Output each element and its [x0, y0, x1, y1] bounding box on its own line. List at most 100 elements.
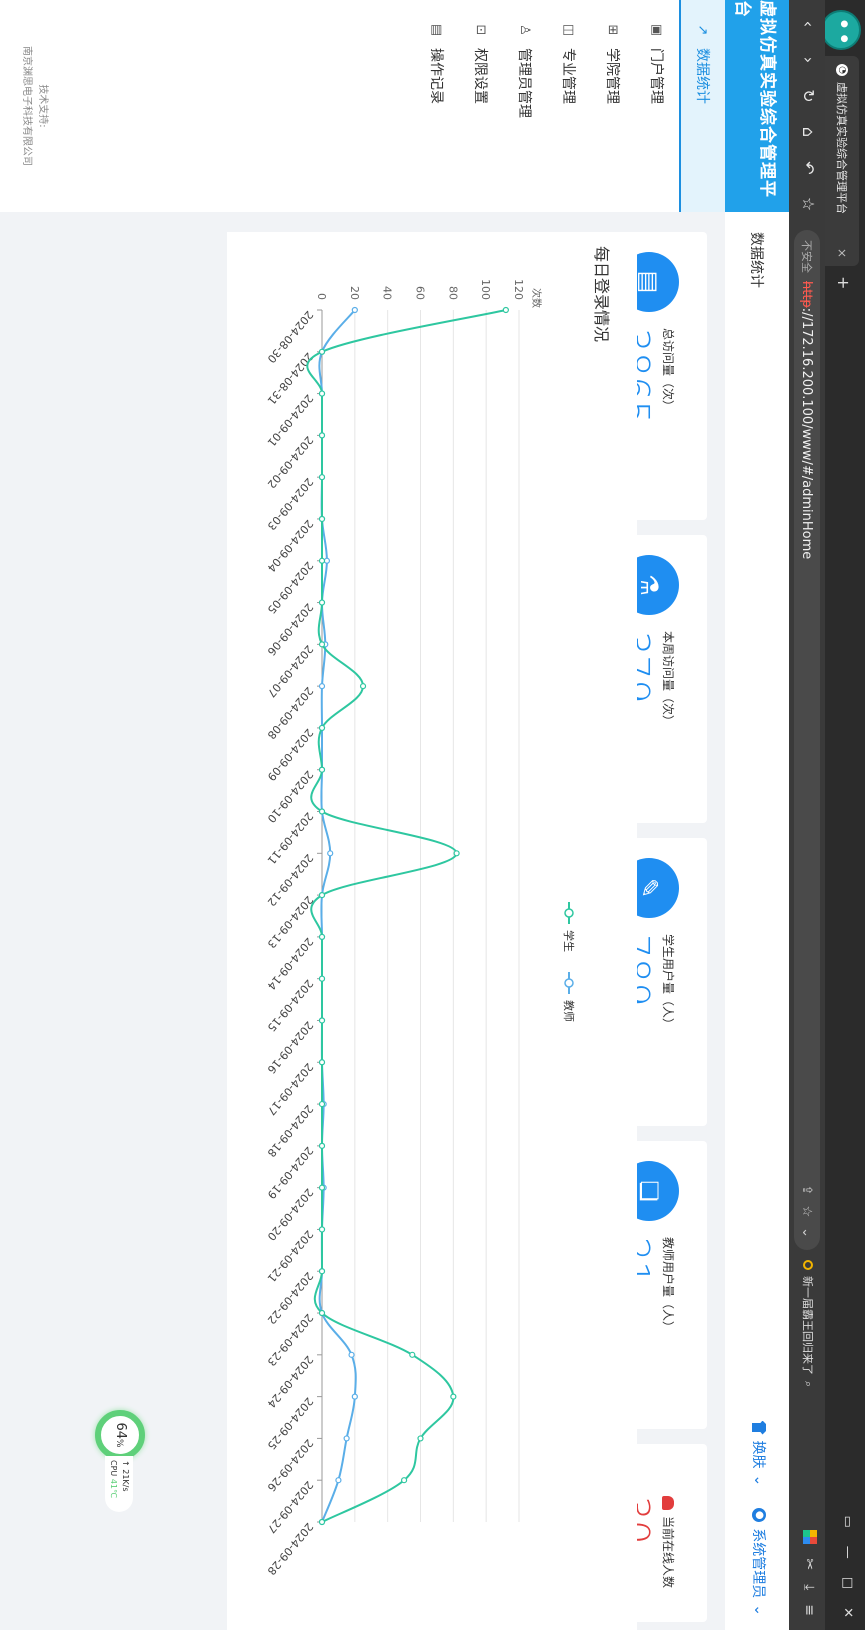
favorite-icon[interactable]: ☆ [800, 1205, 815, 1217]
user-label: 系统管理员 [750, 1528, 766, 1599]
apps-icon[interactable] [803, 1530, 817, 1545]
data-point-student [318, 933, 326, 940]
url-host: ://172.16.200.100/www/#/adminHome [799, 307, 815, 560]
data-point-student [318, 641, 326, 648]
new-tab-button[interactable]: + [834, 276, 853, 289]
window-close-icon[interactable]: ✕ [840, 1607, 855, 1618]
undo-icon[interactable]: ↶ [799, 158, 818, 178]
url-text: http://172.16.200.100/www/#/adminHome [800, 281, 815, 559]
support-line2: 南京渊思电子科技有限公司 [21, 46, 32, 166]
net-speed: 21K/s [121, 1469, 130, 1492]
menu-icon[interactable]: ≡ [801, 1604, 817, 1616]
lock-icon: ⊡ [473, 24, 489, 36]
y-tick-label: 60 [414, 286, 427, 300]
data-point-teacher [351, 306, 358, 314]
sidebar-item-label: 操作记录 [428, 48, 444, 104]
legend-label-teacher: 教师 [562, 1000, 575, 1022]
user-menu[interactable]: ● 系统管理员 ⌄ [749, 1508, 769, 1616]
sidebar: ↗ 数据统计 ▣ 门户管理 ⊞ 学院管理 ◫ 专业管理 ♙ 管理员管理 ⊡ 权限… [0, 0, 725, 212]
download-icon[interactable]: ⤓ [801, 1584, 817, 1590]
stat-label: 学生用户量（人） [661, 934, 675, 1031]
data-point-teacher [351, 1393, 358, 1400]
sidebar-item-stats[interactable]: ↗ 数据统计 [679, 0, 725, 212]
scissors-icon[interactable]: ✂ [801, 1558, 817, 1570]
sidebar-item-label: 学院管理 [604, 48, 620, 104]
reload-icon[interactable]: ↻ [799, 86, 818, 106]
data-point-student [318, 1184, 326, 1191]
header-actions: 换肤 ⌄ ● 系统管理员 ⌄ [749, 1421, 769, 1616]
sidebar-item-portal[interactable]: ▣ 门户管理 [635, 0, 679, 212]
y-axis-label: 次数 [530, 288, 543, 308]
data-point-student [318, 766, 326, 773]
data-point-student [318, 390, 326, 397]
cpu-monitor-widget[interactable]: 64% ↑ 21K/s CPU 41℃ [89, 1410, 147, 1512]
chart-panel: 每日登录情况 0 20 40 60 80 100 120 次数 2024-08-30 2024-0… [227, 232, 637, 1630]
log-icon: ▤ [429, 23, 445, 37]
series-line-student [306, 309, 507, 1523]
window-maximize-icon[interactable]: □ [840, 1577, 855, 1589]
tab-close-icon[interactable]: × [835, 248, 849, 258]
toolbar-extras: ✂ ⤓ ≡ [801, 1530, 817, 1616]
forward-icon[interactable]: › [799, 50, 818, 70]
rotated-screen: ◔ 虚拟仿真实验综合管理平台 × + ▭ — □ ✕ ‹ › ↻ ⌂ ↶ ☆ 不… [0, 0, 865, 1630]
sidebar-item-label: 专业管理 [560, 48, 576, 104]
data-point-student [318, 474, 326, 481]
search-icon[interactable]: ⌕ [801, 1381, 815, 1387]
tab-favicon-icon: ◔ [836, 64, 848, 76]
stat-label: 本周访问量（次） [661, 631, 675, 728]
data-point-student [318, 515, 326, 523]
cpu-info: ↑ 21K/s CPU 41℃ [105, 1456, 133, 1512]
back-icon[interactable]: ‹ [799, 14, 818, 34]
data-point-student [318, 808, 326, 815]
sidebar-item-label: 权限设置 [472, 48, 488, 104]
skin-button[interactable]: 换肤 ⌄ [749, 1421, 769, 1487]
data-point-student [318, 1100, 326, 1108]
users-icon: ♙ [517, 24, 533, 36]
cpu-temp: 41℃ [109, 1478, 118, 1498]
news-icon [803, 1260, 813, 1270]
y-tick-label: 100 [479, 279, 492, 300]
news-ticker[interactable]: 新一届霸王回归来了 ⌕ [800, 1260, 816, 1387]
data-point-student [318, 1268, 326, 1275]
nav-buttons: ‹ › ↻ ⌂ ↶ ☆ [799, 14, 818, 214]
data-point-student [318, 348, 326, 355]
chevron-down-icon: ⌄ [751, 1474, 767, 1487]
browser-tab[interactable]: ◔ 虚拟仿真实验综合管理平台 × [825, 56, 859, 266]
address-bar[interactable]: 不安全 http://172.16.200.100/www/#/adminHom… [794, 230, 820, 1250]
cpu-percent: 64 [113, 1422, 128, 1439]
data-point-student [453, 850, 460, 857]
data-point-student [318, 432, 326, 439]
sidebar-item-permissions[interactable]: ⊡ 权限设置 [459, 0, 503, 212]
browser-tab-bar: ◔ 虚拟仿真实验综合管理平台 × + ▭ — □ ✕ [821, 0, 865, 1630]
cpu-label: CPU [109, 1460, 118, 1477]
home-icon[interactable]: ⌂ [799, 122, 818, 142]
portal-icon: ▣ [649, 23, 665, 37]
security-warning[interactable]: 不安全 [799, 240, 815, 273]
y-tick-label: 0 [315, 293, 328, 300]
series-line-teacher [318, 309, 357, 1523]
browser-profile-avatar[interactable] [821, 10, 861, 50]
window-minimize-icon[interactable]: — [840, 1546, 855, 1559]
sidebar-item-admins[interactable]: ♙ 管理员管理 [503, 0, 547, 212]
chevron-down-icon: ⌄ [751, 1604, 767, 1616]
data-point-teacher [343, 1435, 350, 1442]
bookmark-star-icon[interactable]: ☆ [799, 194, 818, 214]
sidebar-item-major[interactable]: ◫ 专业管理 [547, 0, 591, 212]
sidebar-item-college[interactable]: ⊞ 学院管理 [591, 0, 635, 212]
window-restore-icon[interactable]: ▭ [840, 1516, 855, 1528]
stat-label-text: 当前在线人数 [661, 1516, 675, 1589]
legend-marker-student [564, 908, 574, 918]
dropdown-icon[interactable]: ⌄ [800, 1227, 815, 1238]
stat-label: 总访问量（次） [661, 328, 675, 413]
breadcrumb: 数据统计 [748, 232, 764, 288]
news-text: 新一届霸王回归来了 [801, 1276, 814, 1375]
browser-toolbar: ‹ › ↻ ⌂ ↶ ☆ 不安全 http://172.16.200.100/ww… [789, 0, 825, 1630]
y-tick-label: 40 [381, 286, 394, 300]
data-point-student [417, 1435, 424, 1442]
sidebar-item-logs[interactable]: ▤ 操作记录 [415, 0, 459, 212]
share-icon[interactable]: ⇪ [800, 1185, 815, 1196]
sidebar-item-label: 数据统计 [694, 48, 710, 104]
tab-title: 虚拟仿真实验综合管理平台 [835, 82, 848, 214]
data-point-student [400, 1477, 408, 1484]
daily-login-chart: 0 20 40 60 80 100 120 次数2024-08-302024-08-31202… [265, 279, 576, 1577]
